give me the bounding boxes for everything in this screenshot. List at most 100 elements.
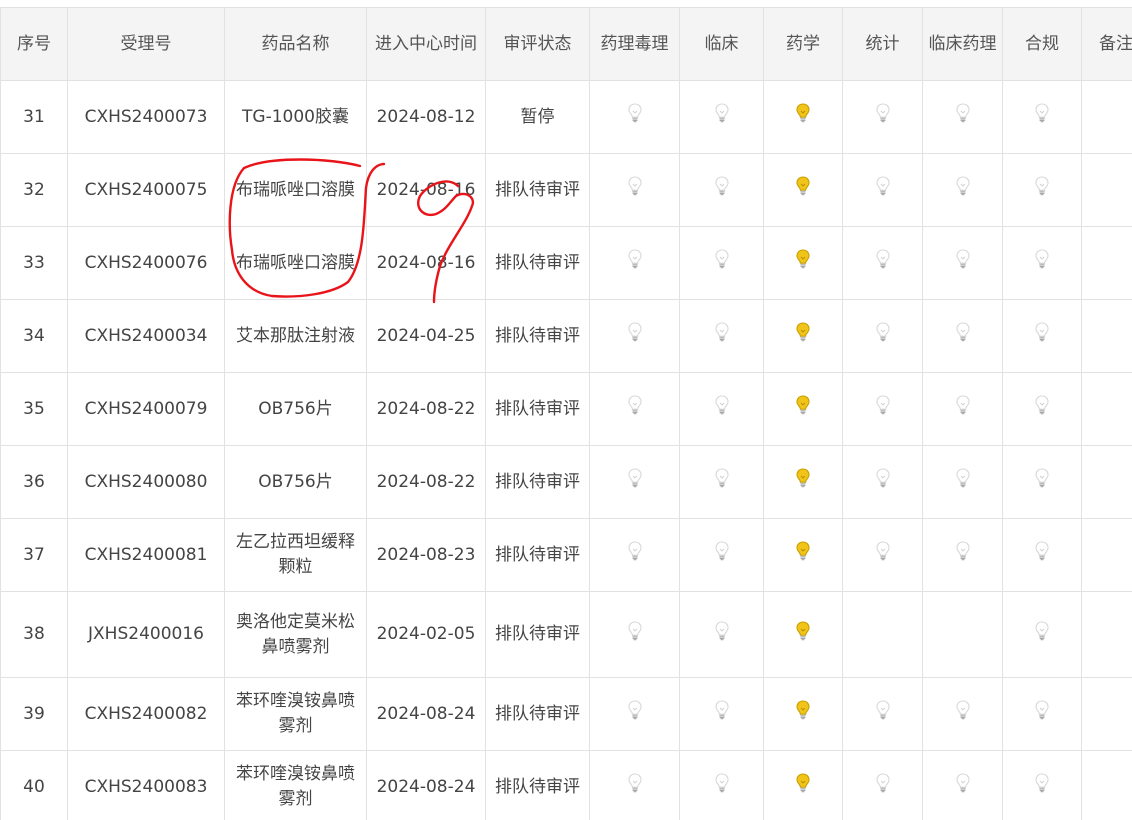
lightbulb-off-icon[interactable]: [875, 541, 890, 561]
lightbulb-off-icon[interactable]: [875, 700, 890, 720]
cell-clinpharm: [922, 750, 1003, 820]
lightbulb-off-icon[interactable]: [1035, 541, 1049, 561]
lightbulb-on-icon[interactable]: [796, 773, 810, 793]
lightbulb-off-icon[interactable]: [875, 249, 890, 269]
lightbulb-off-icon[interactable]: [627, 541, 642, 561]
cell-drug-name[interactable]: 苯环喹溴铵鼻喷雾剂: [224, 677, 367, 751]
cell-statistics: [842, 80, 923, 154]
lightbulb-off-icon[interactable]: [875, 322, 890, 342]
lightbulb-off-icon[interactable]: [955, 176, 970, 196]
cell-acceptance-id[interactable]: CXHS2400080: [67, 445, 225, 519]
lightbulb-off-icon[interactable]: [955, 322, 970, 342]
lightbulb-off-icon[interactable]: [955, 103, 970, 123]
cell-entry-date: 2024-08-24: [366, 750, 486, 820]
cell-no: 33: [0, 226, 68, 300]
lightbulb-off-icon[interactable]: [1035, 773, 1049, 793]
cell-statistics: [842, 750, 923, 820]
cell-entry-date: 2024-08-16: [366, 153, 486, 227]
cell-drug-name[interactable]: 苯环喹溴铵鼻喷雾剂: [224, 750, 367, 820]
lightbulb-off-icon[interactable]: [714, 395, 729, 415]
lightbulb-off-icon[interactable]: [714, 541, 729, 561]
lightbulb-off-icon[interactable]: [1035, 468, 1049, 488]
cell-drug-name[interactable]: 左乙拉西坦缓释颗粒: [224, 518, 367, 592]
lightbulb-off-icon[interactable]: [1035, 700, 1049, 720]
lightbulb-off-icon[interactable]: [955, 541, 970, 561]
lightbulb-off-icon[interactable]: [875, 773, 890, 793]
cell-acceptance-id[interactable]: CXHS2400076: [67, 226, 225, 300]
lightbulb-on-icon[interactable]: [796, 620, 810, 641]
lightbulb-off-icon[interactable]: [955, 395, 970, 415]
cell-acceptance-id[interactable]: CXHS2400073: [67, 80, 225, 154]
cell-drug-name[interactable]: 艾本那肽注射液: [224, 299, 367, 373]
cell-entry-date: 2024-08-22: [366, 372, 486, 446]
lightbulb-off-icon[interactable]: [627, 620, 642, 641]
cell-statistics: [842, 591, 923, 678]
lightbulb-off-icon[interactable]: [955, 249, 970, 269]
cell-clinical: [679, 750, 764, 820]
cell-entry-date: 2024-08-12: [366, 80, 486, 154]
lightbulb-off-icon[interactable]: [714, 176, 729, 196]
lightbulb-off-icon[interactable]: [627, 395, 642, 415]
lightbulb-off-icon[interactable]: [714, 773, 729, 793]
lightbulb-off-icon[interactable]: [955, 468, 970, 488]
lightbulb-off-icon[interactable]: [955, 700, 970, 720]
lightbulb-off-icon[interactable]: [714, 249, 729, 269]
lightbulb-on-icon[interactable]: [796, 322, 810, 342]
lightbulb-off-icon[interactable]: [627, 249, 642, 269]
lightbulb-on-icon[interactable]: [796, 541, 810, 561]
cell-drug-name[interactable]: TG-1000胶囊: [224, 80, 367, 154]
col-header-status: 审评状态: [485, 7, 590, 81]
cell-acceptance-id[interactable]: CXHS2400081: [67, 518, 225, 592]
cell-acceptance-id[interactable]: CXHS2400034: [67, 299, 225, 373]
lightbulb-off-icon[interactable]: [1035, 620, 1049, 641]
lightbulb-on-icon[interactable]: [796, 176, 810, 196]
cell-acceptance-id[interactable]: CXHS2400075: [67, 153, 225, 227]
cell-drug-name[interactable]: 布瑞哌唑口溶膜: [224, 153, 367, 227]
cell-acceptance-id[interactable]: CXHS2400082: [67, 677, 225, 751]
lightbulb-on-icon[interactable]: [796, 468, 810, 488]
lightbulb-off-icon[interactable]: [714, 322, 729, 342]
lightbulb-on-icon[interactable]: [796, 395, 810, 415]
lightbulb-off-icon[interactable]: [627, 103, 642, 123]
lightbulb-off-icon[interactable]: [627, 773, 642, 793]
cell-remarks: [1081, 518, 1132, 592]
lightbulb-off-icon[interactable]: [1035, 176, 1049, 196]
lightbulb-on-icon[interactable]: [796, 700, 810, 720]
cell-remarks: [1081, 677, 1132, 751]
cell-drug-name[interactable]: 奥洛他定莫米松鼻喷雾剂: [224, 591, 367, 678]
cell-drug-name[interactable]: 布瑞哌唑口溶膜: [224, 226, 367, 300]
cell-no: 34: [0, 299, 68, 373]
cell-drug-name[interactable]: OB756片: [224, 372, 367, 446]
lightbulb-off-icon[interactable]: [1035, 103, 1049, 123]
table-row: 38 JXHS2400016 奥洛他定莫米松鼻喷雾剂 2024-02-05 排队待审评: [0, 591, 1132, 678]
lightbulb-off-icon[interactable]: [714, 620, 729, 641]
col-header-date: 进入中心时间: [366, 7, 486, 81]
lightbulb-off-icon[interactable]: [714, 468, 729, 488]
cell-drug-name[interactable]: OB756片: [224, 445, 367, 519]
cell-pharmtox: [589, 750, 680, 820]
lightbulb-off-icon[interactable]: [627, 700, 642, 720]
cell-no: 36: [0, 445, 68, 519]
lightbulb-off-icon[interactable]: [627, 468, 642, 488]
cell-acceptance-id[interactable]: JXHS2400016: [67, 591, 225, 678]
lightbulb-on-icon[interactable]: [796, 103, 810, 123]
lightbulb-off-icon[interactable]: [955, 773, 970, 793]
lightbulb-off-icon[interactable]: [627, 322, 642, 342]
cell-review-status: 排队待审评: [485, 750, 590, 820]
cell-compliance: [1002, 226, 1082, 300]
lightbulb-on-icon[interactable]: [796, 249, 810, 269]
lightbulb-off-icon[interactable]: [714, 700, 729, 720]
cell-acceptance-id[interactable]: CXHS2400083: [67, 750, 225, 820]
lightbulb-off-icon[interactable]: [875, 395, 890, 415]
review-status-table: 序号 受理号 药品名称 进入中心时间 审评状态 药理毒理 临床 药学 统计 临床…: [0, 7, 1132, 820]
cell-acceptance-id[interactable]: CXHS2400079: [67, 372, 225, 446]
cell-statistics: [842, 372, 923, 446]
lightbulb-off-icon[interactable]: [1035, 395, 1049, 415]
lightbulb-off-icon[interactable]: [1035, 322, 1049, 342]
lightbulb-off-icon[interactable]: [1035, 249, 1049, 269]
lightbulb-off-icon[interactable]: [875, 103, 890, 123]
lightbulb-off-icon[interactable]: [875, 176, 890, 196]
lightbulb-off-icon[interactable]: [627, 176, 642, 196]
lightbulb-off-icon[interactable]: [875, 468, 890, 488]
lightbulb-off-icon[interactable]: [714, 103, 729, 123]
